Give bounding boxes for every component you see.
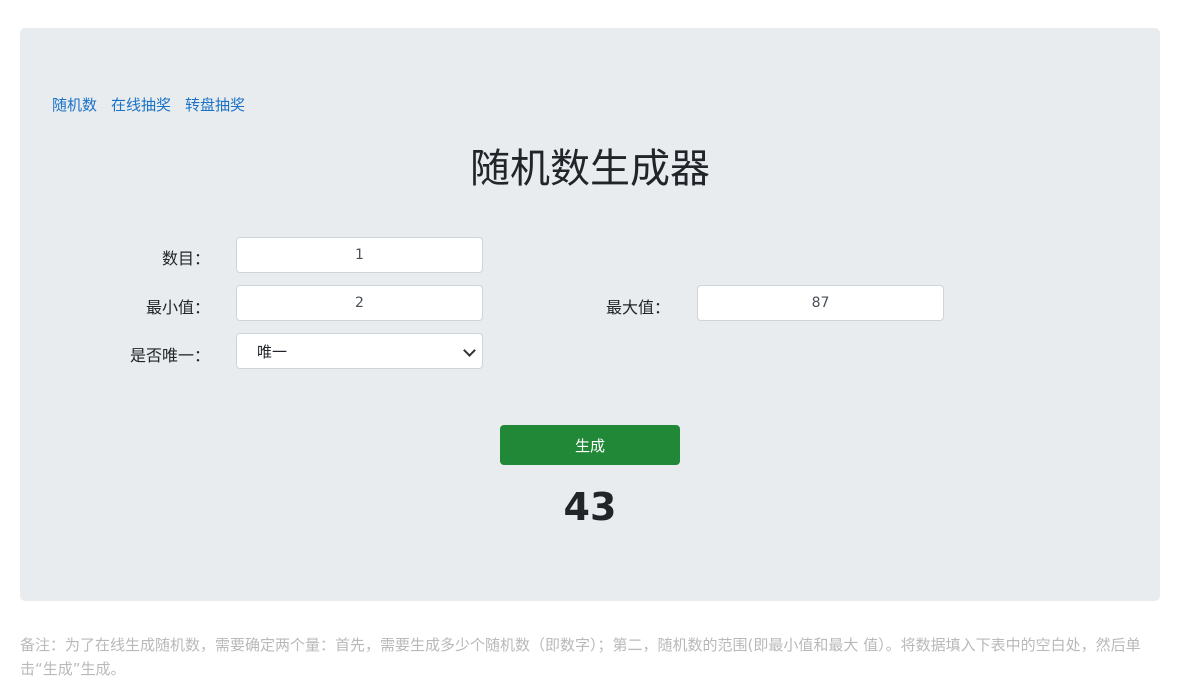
max-input[interactable] bbox=[697, 285, 944, 321]
unique-label: 是否唯一： bbox=[129, 346, 210, 365]
unique-select-value: 唯一 bbox=[257, 342, 288, 361]
count-input[interactable] bbox=[236, 237, 483, 273]
result-value: 43 bbox=[563, 485, 617, 529]
page-title: 随机数生成器 bbox=[470, 146, 710, 192]
nav-link-wheel-lottery[interactable]: 转盘抽奖 bbox=[185, 94, 245, 115]
nav-links: 随机数 在线抽奖 转盘抽奖 bbox=[52, 94, 245, 115]
count-label: 数目： bbox=[161, 249, 210, 268]
min-input[interactable] bbox=[236, 285, 483, 321]
unique-select[interactable]: 唯一 bbox=[236, 333, 483, 369]
max-label: 最大值： bbox=[605, 298, 670, 317]
min-label: 最小值： bbox=[145, 298, 210, 317]
note-text: 备注：为了在线生成随机数，需要确定两个量：首先，需要生成多少个随机数（即数字）；… bbox=[20, 636, 1141, 678]
nav-link-random-number[interactable]: 随机数 bbox=[52, 94, 97, 115]
chevron-down-icon bbox=[463, 344, 476, 357]
generator-panel: 随机数 在线抽奖 转盘抽奖 随机数生成器 数目： 最小值： 最大值： 是否唯一：… bbox=[20, 28, 1160, 601]
nav-link-online-lottery[interactable]: 在线抽奖 bbox=[111, 94, 171, 115]
generate-button[interactable]: 生成 bbox=[500, 425, 680, 465]
